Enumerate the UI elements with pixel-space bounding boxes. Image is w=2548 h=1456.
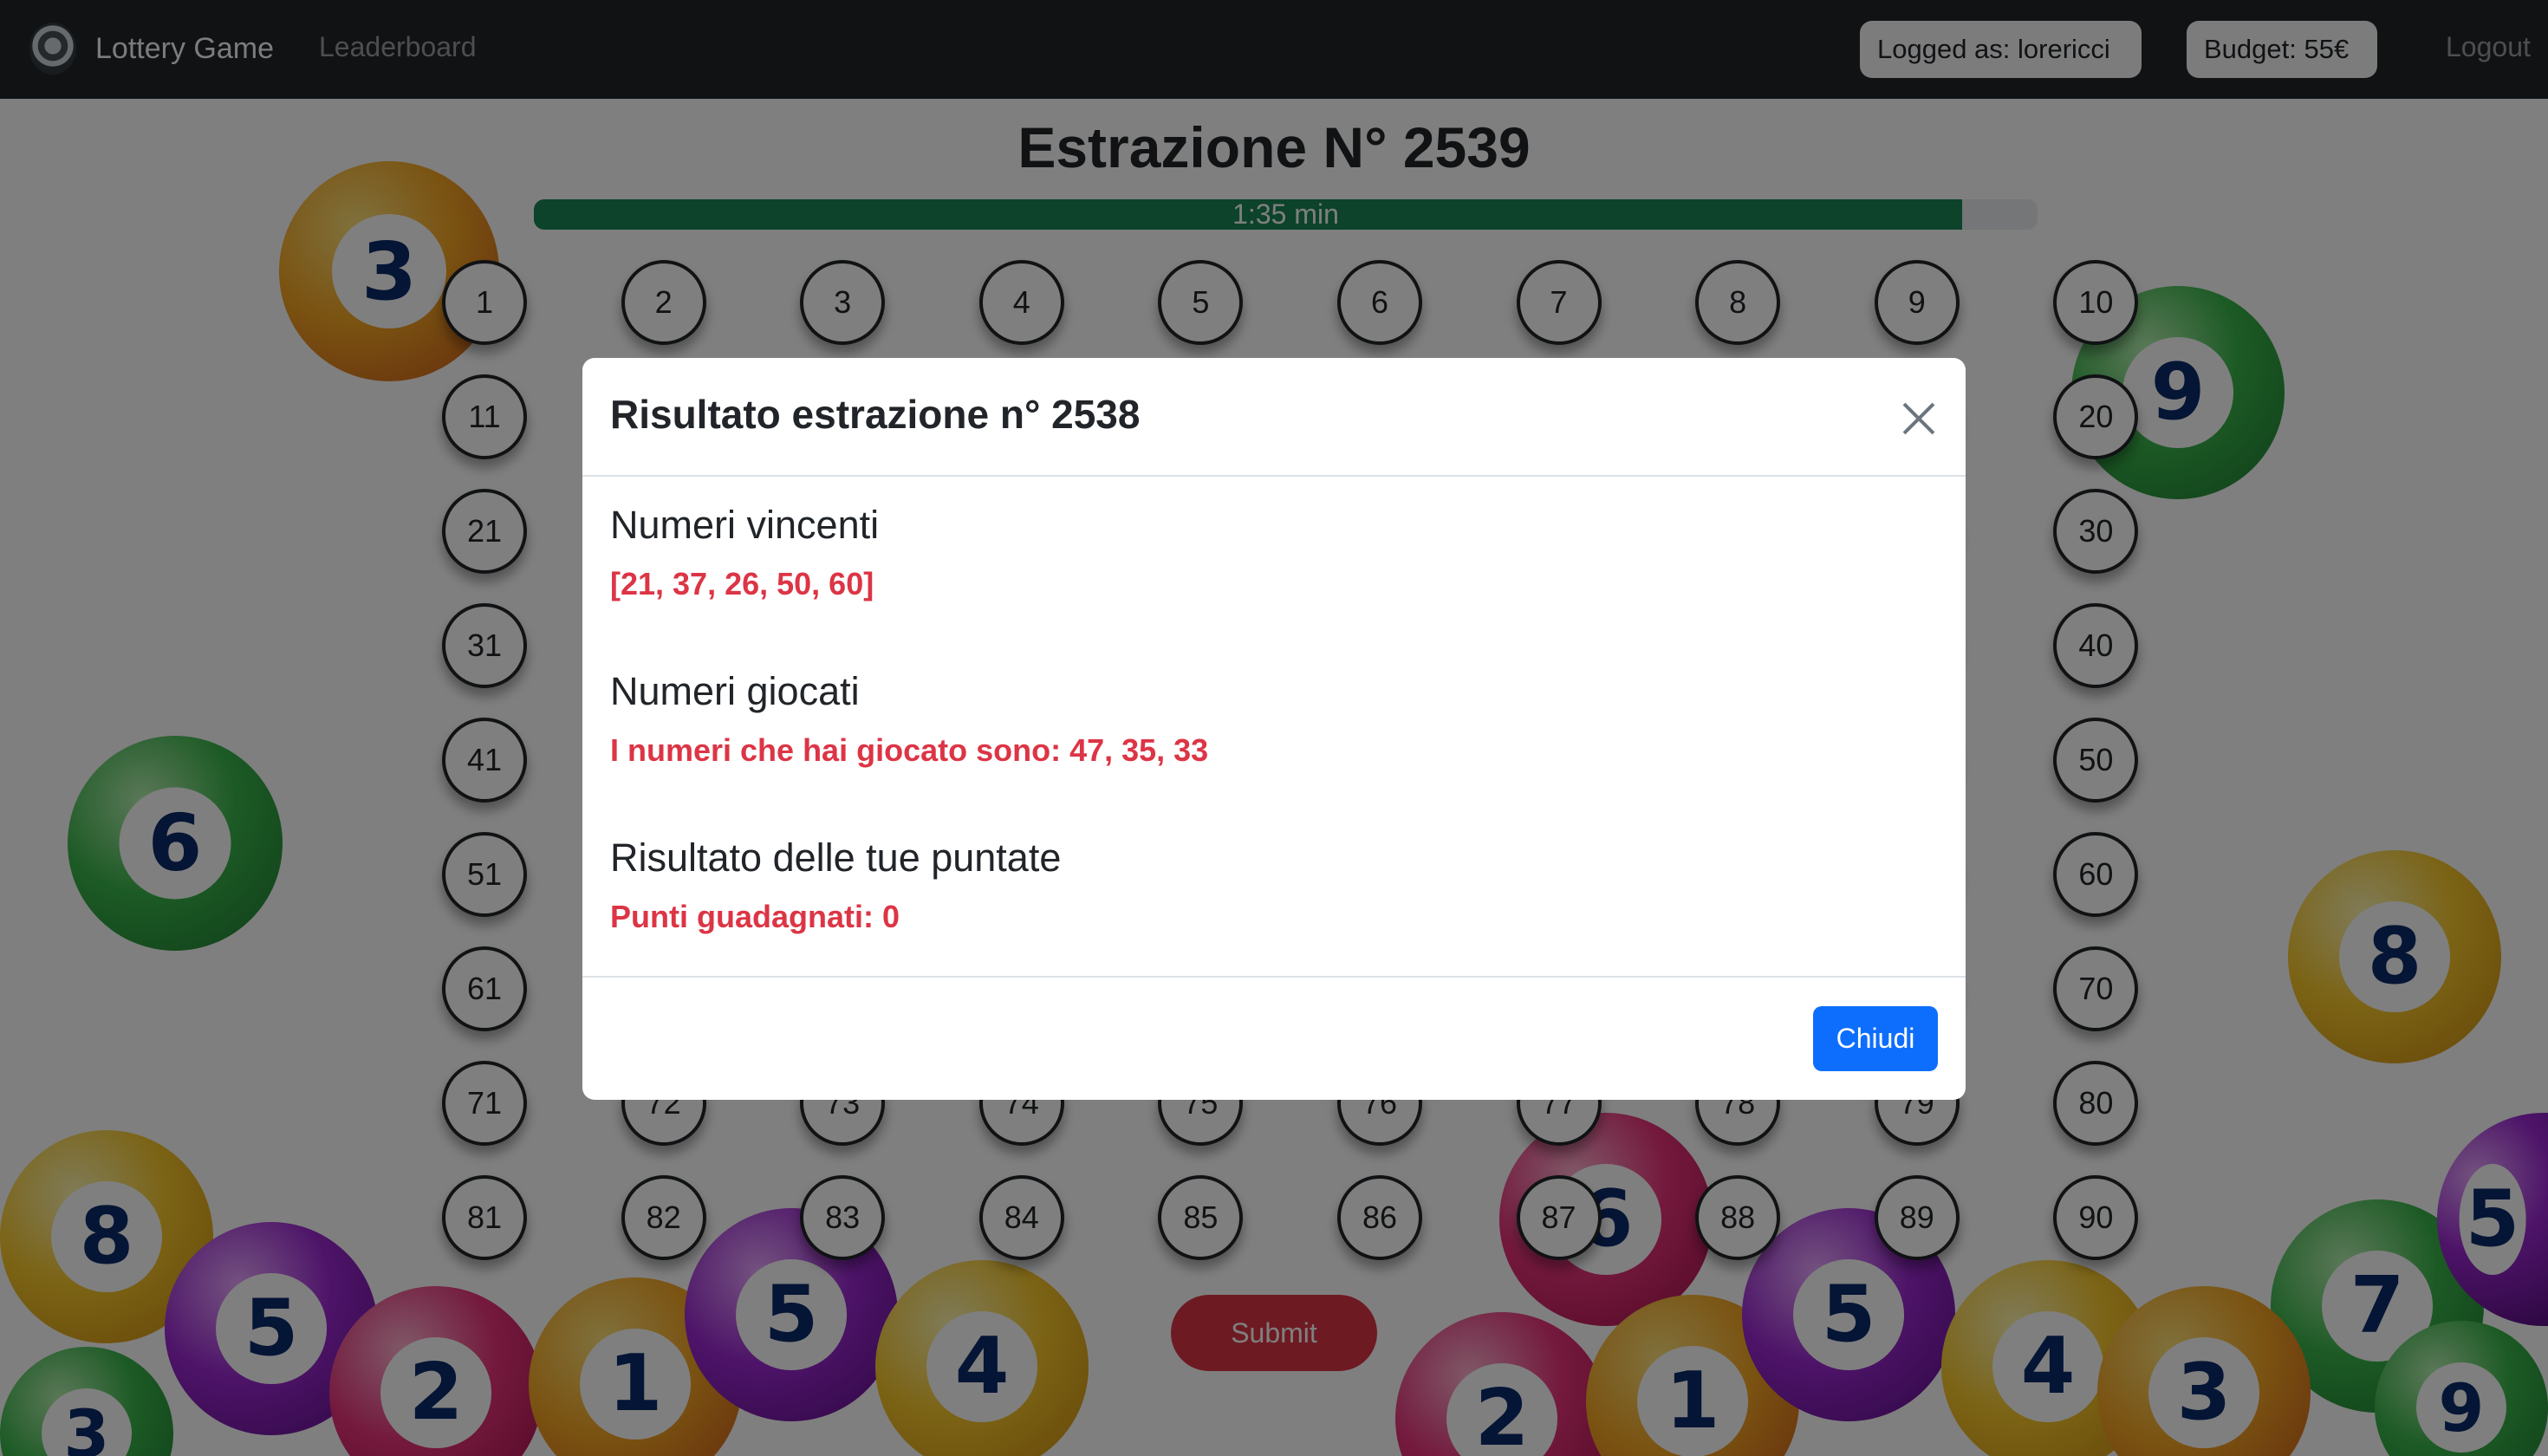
close-icon[interactable]	[1901, 401, 1936, 436]
played-numbers-heading: Numeri giocati	[610, 669, 860, 713]
winning-numbers-value: [21, 37, 26, 50, 60]	[610, 566, 874, 601]
modal-footer: Chiudi	[582, 976, 1966, 1100]
result-modal: Risultato estrazione n° 2538 Numeri vinc…	[582, 358, 1966, 1100]
close-modal-button[interactable]: Chiudi	[1813, 1006, 1938, 1071]
result-value: Punti guadagnati: 0	[610, 899, 900, 934]
modal-title: Risultato estrazione n° 2538	[610, 392, 1141, 437]
played-numbers-value: I numeri che hai giocato sono: 47, 35, 3…	[610, 732, 1209, 768]
modal-header: Risultato estrazione n° 2538	[582, 358, 1966, 477]
result-heading: Risultato delle tue puntate	[610, 835, 1062, 880]
modal-body: Numeri vincenti [21, 37, 26, 50, 60] Num…	[610, 477, 1938, 934]
winning-numbers-heading: Numeri vincenti	[610, 503, 880, 547]
